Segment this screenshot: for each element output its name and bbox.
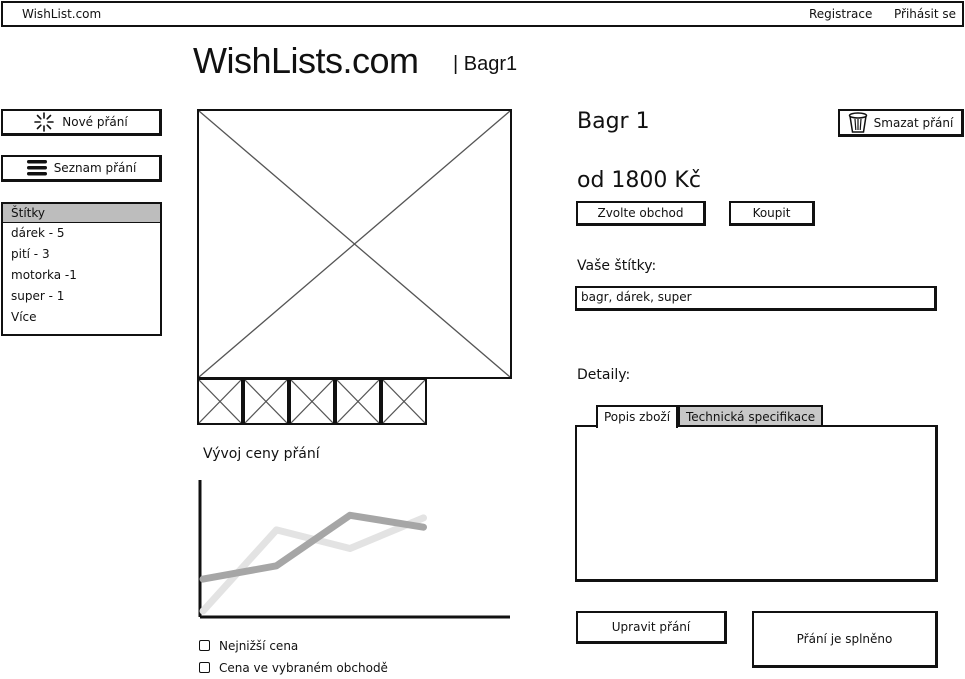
more-tags-link[interactable]: Více bbox=[3, 307, 160, 328]
image-placeholder-icon bbox=[199, 380, 241, 423]
tags-header: Štítky bbox=[3, 204, 160, 223]
lowest-price-checkbox[interactable] bbox=[199, 640, 210, 651]
thumbnail[interactable] bbox=[335, 378, 381, 425]
tab-technical-specification[interactable]: Technická specifikace bbox=[678, 405, 824, 425]
tags-panel: Štítky dárek - 5 pití - 3 motorka -1 sup… bbox=[1, 202, 162, 336]
delete-wish-button[interactable]: Smazat přání bbox=[838, 109, 964, 137]
image-placeholder-icon bbox=[337, 380, 379, 423]
thumbnail[interactable] bbox=[381, 378, 427, 425]
your-tags-label: Vaše štítky: bbox=[577, 258, 657, 274]
chart-series-line-0 bbox=[199, 514, 427, 615]
spinner-icon bbox=[34, 112, 55, 132]
thumbnail[interactable] bbox=[289, 378, 335, 425]
thumbnail[interactable] bbox=[197, 378, 243, 425]
login-link[interactable]: Přihásit se bbox=[894, 7, 956, 21]
list-icon bbox=[26, 158, 48, 178]
tag-item[interactable]: dárek - 5 bbox=[3, 223, 160, 244]
wish-fulfilled-button[interactable]: Přání je splněno bbox=[752, 611, 938, 668]
tag-item[interactable]: motorka -1 bbox=[3, 265, 160, 286]
thumbnail[interactable] bbox=[243, 378, 289, 425]
tab-description[interactable]: Popis zboží bbox=[596, 405, 679, 428]
image-placeholder-icon bbox=[245, 380, 287, 423]
page-title: WishLists.com bbox=[193, 40, 419, 81]
delete-wish-label: Smazat přání bbox=[873, 115, 954, 130]
choose-shop-button[interactable]: Zvolte obchod bbox=[576, 201, 706, 226]
wish-list-label: Seznam přání bbox=[53, 161, 137, 175]
selected-shop-price-checkbox[interactable] bbox=[199, 662, 210, 673]
new-wish-label: Nové přání bbox=[62, 115, 128, 129]
details-label: Detaily: bbox=[577, 367, 631, 383]
lowest-price-label: Nejnižší cena bbox=[219, 639, 299, 653]
image-placeholder-icon bbox=[383, 380, 425, 423]
new-wish-button[interactable]: Nové přání bbox=[1, 109, 162, 136]
image-placeholder-icon bbox=[199, 111, 510, 377]
wish-list-button[interactable]: Seznam přání bbox=[1, 155, 162, 182]
your-tags-input[interactable]: bagr, dárek, super bbox=[575, 286, 937, 311]
chart-title: Vývoj ceny přání bbox=[203, 446, 320, 462]
edit-wish-button[interactable]: Upravit přání bbox=[576, 611, 727, 644]
tag-item[interactable]: super - 1 bbox=[3, 286, 160, 307]
tab-content-panel bbox=[575, 425, 938, 582]
product-image bbox=[197, 109, 512, 379]
page-subtitle: | Bagr1 bbox=[453, 53, 518, 75]
site-brand-link[interactable]: WishList.com bbox=[22, 7, 101, 21]
top-bar: WishList.com Registrace Přihásit se bbox=[1, 1, 964, 27]
buy-button[interactable]: Koupit bbox=[729, 201, 815, 226]
price-chart bbox=[198, 480, 510, 619]
selected-shop-price-label: Cena ve vybraném obchodě bbox=[219, 661, 388, 675]
register-link[interactable]: Registrace bbox=[809, 7, 872, 21]
image-placeholder-icon bbox=[291, 380, 333, 423]
product-price: od 1800 Kč bbox=[577, 168, 701, 193]
product-name: Bagr 1 bbox=[577, 109, 650, 134]
tag-item[interactable]: pití - 3 bbox=[3, 244, 160, 265]
trash-icon bbox=[848, 111, 868, 134]
